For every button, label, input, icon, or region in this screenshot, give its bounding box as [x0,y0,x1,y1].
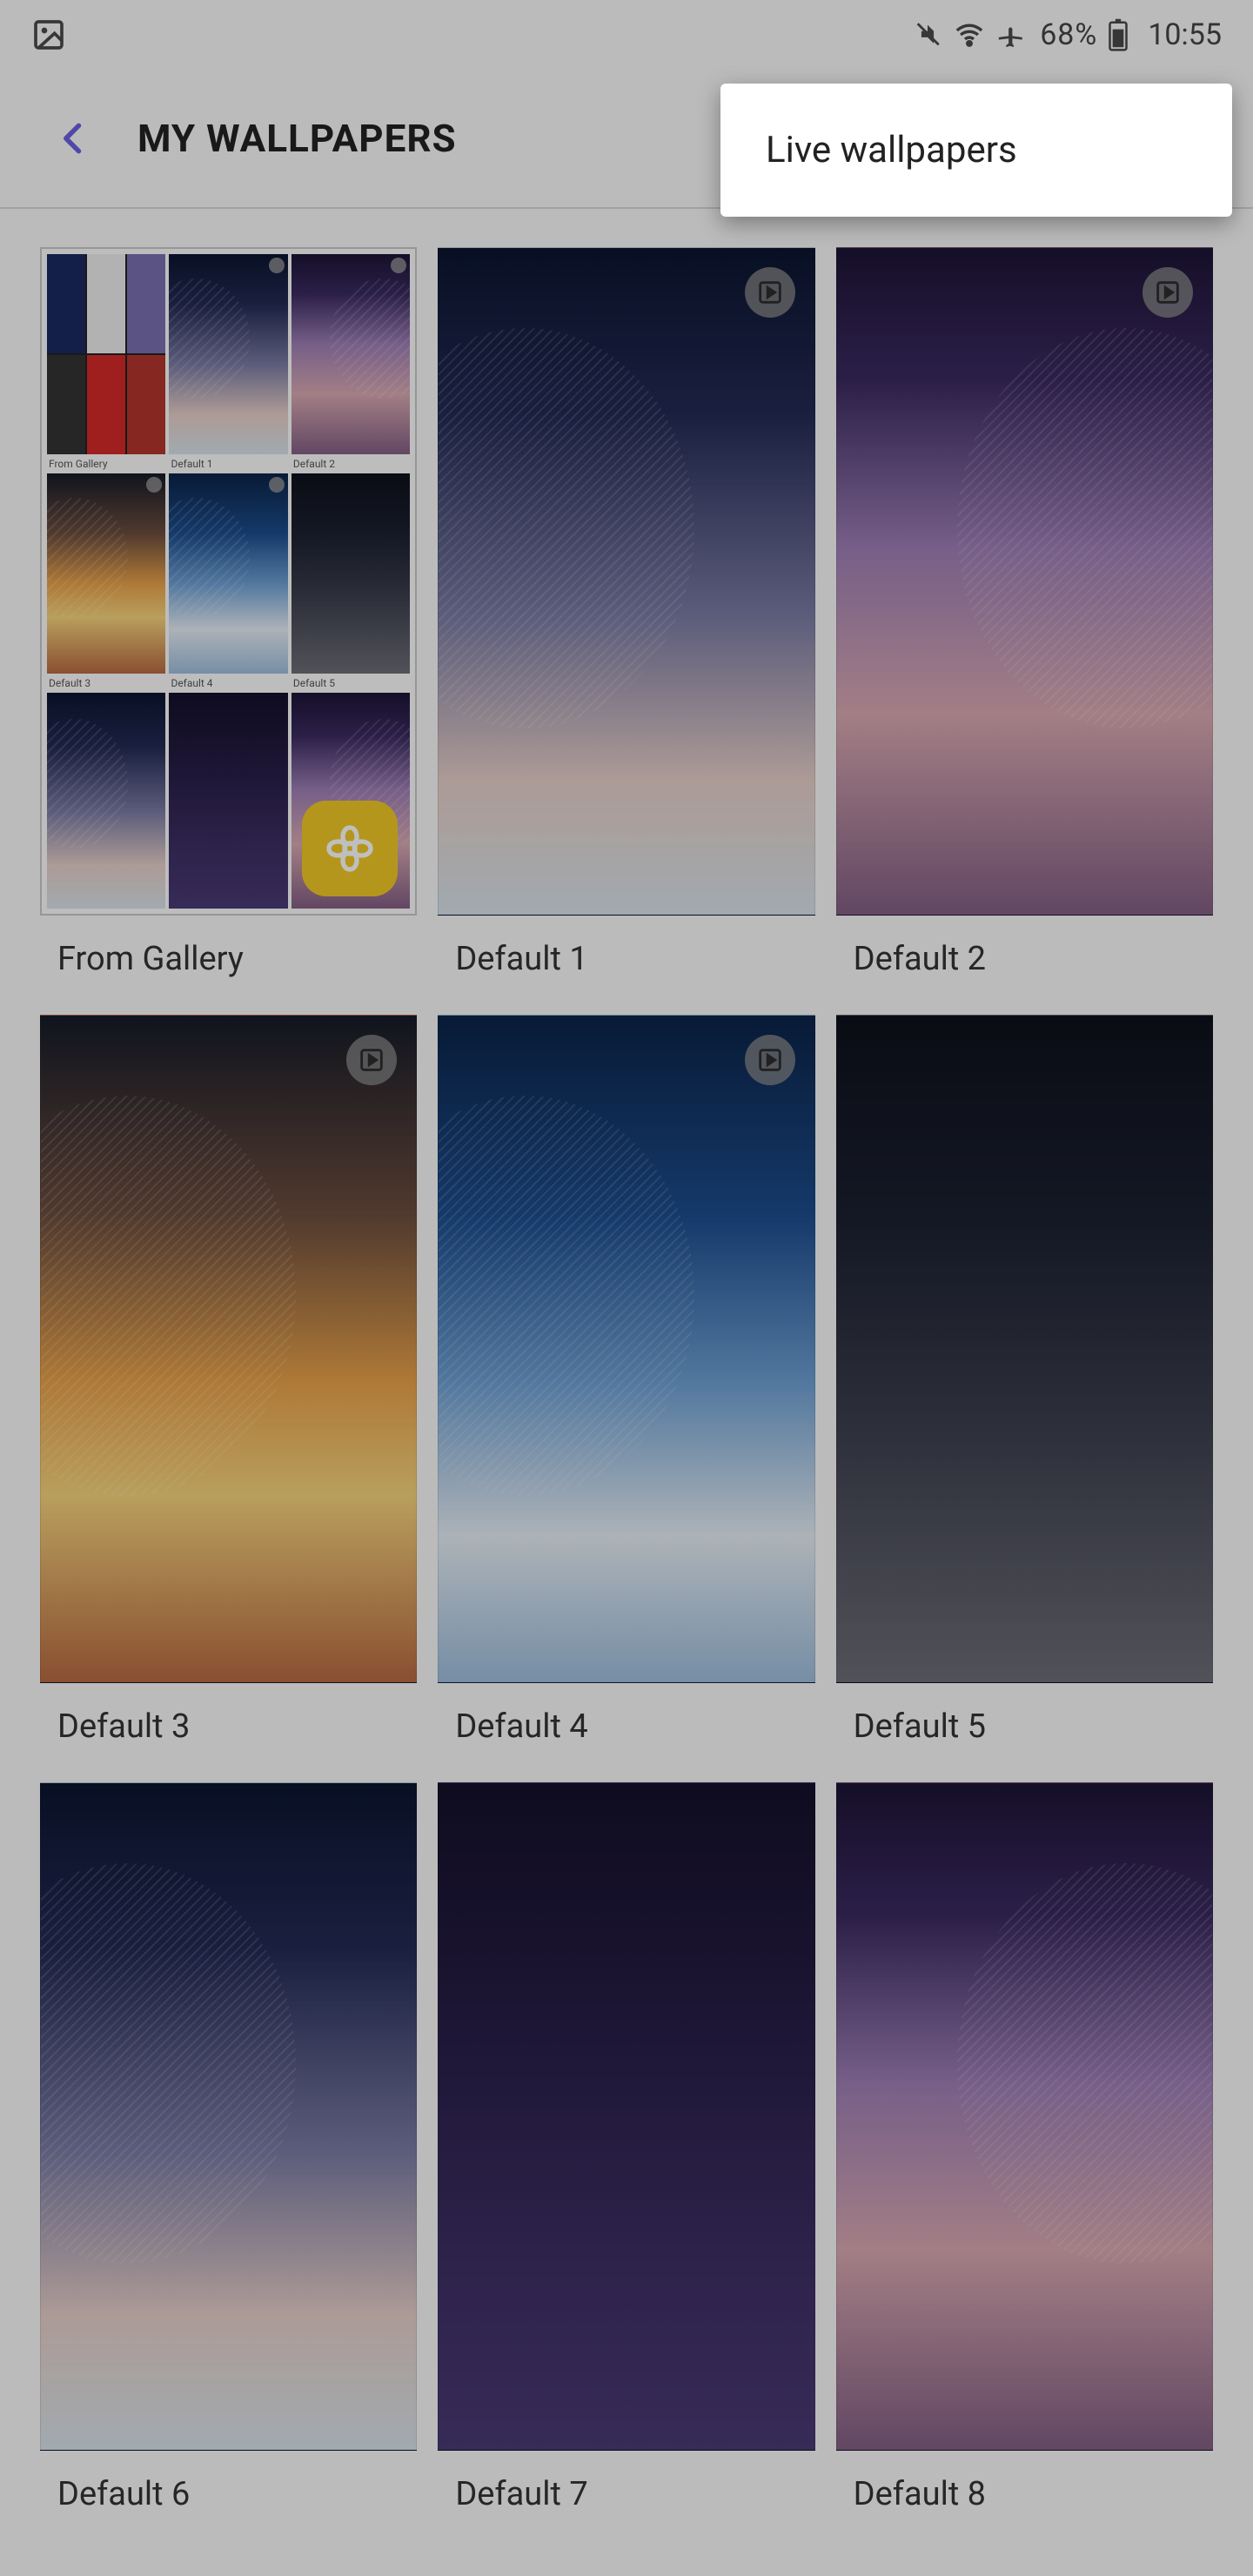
scrim-overlay[interactable] [0,0,1253,2576]
menu-item-live-wallpapers[interactable]: Live wallpapers [720,97,1232,203]
overflow-menu: Live wallpapers [720,84,1232,217]
